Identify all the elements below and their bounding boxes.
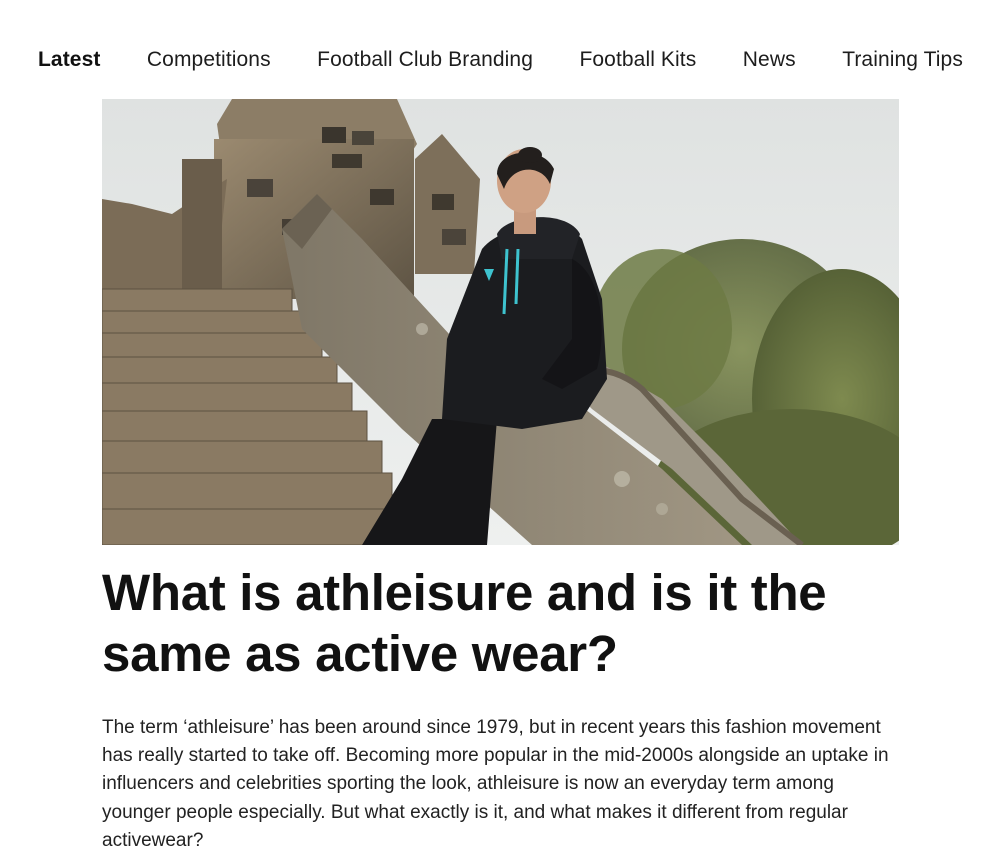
article-intro: The term ‘athleisure’ has been around si… [102,717,889,851]
nav-item-competitions[interactable]: Competitions [147,48,271,72]
hero-image [102,99,899,545]
category-nav: Latest Competitions Football Club Brandi… [38,44,963,76]
blog-article-page: Latest Competitions Football Club Brandi… [0,0,1001,865]
nav-item-football-kits[interactable]: Football Kits [579,48,696,72]
nav-item-latest[interactable]: Latest [38,48,100,72]
nav-item-football-club-branding[interactable]: Football Club Branding [317,48,533,72]
hero-photo-illustration [102,99,899,545]
article-title: What is athleisure and is it the same as… [102,564,827,682]
nav-item-training-tips[interactable]: Training Tips [842,48,963,72]
nav-item-news[interactable]: News [743,48,796,72]
